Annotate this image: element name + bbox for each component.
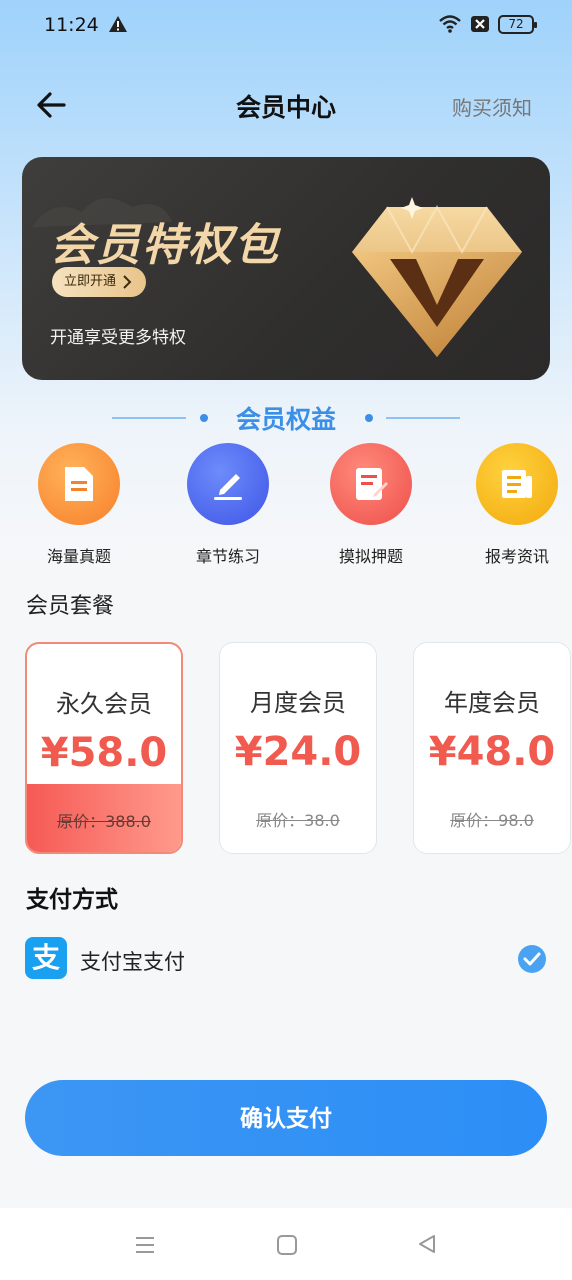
back-triangle-icon[interactable] bbox=[416, 1233, 438, 1255]
vip-banner: 会员特权包 立即开通 开通享受更多特权 bbox=[22, 157, 550, 380]
plan-price: ¥58.0 bbox=[40, 730, 168, 776]
status-time: 11:24 bbox=[44, 14, 99, 36]
plan-price: ¥24.0 bbox=[234, 729, 362, 775]
benefit-chapter-practice[interactable]: 章节练习 bbox=[173, 443, 283, 567]
payment-title: 支付方式 bbox=[26, 887, 118, 913]
menu-icon[interactable] bbox=[134, 1234, 156, 1256]
purchase-notice-link[interactable]: 购买须知 bbox=[452, 92, 532, 121]
wifi-icon bbox=[439, 15, 461, 33]
home-icon[interactable] bbox=[276, 1234, 298, 1256]
document-icon bbox=[38, 443, 120, 525]
benefit-exam-news[interactable]: 报考资讯 bbox=[462, 443, 572, 567]
exam-sheet-icon bbox=[330, 443, 412, 525]
no-sim-icon bbox=[471, 16, 489, 32]
alipay-option-label[interactable]: 支付宝支付 bbox=[80, 946, 185, 976]
news-icon bbox=[476, 443, 558, 525]
plan-original-price: 原价：38.0 bbox=[256, 811, 340, 830]
plan-price: ¥48.0 bbox=[428, 729, 556, 775]
activate-now-button[interactable]: 立即开通 bbox=[52, 267, 147, 297]
pen-icon bbox=[187, 443, 269, 525]
benefits-title: 会员权益 bbox=[235, 405, 336, 434]
plan-card-yearly[interactable]: 年度会员 ¥48.0 原价：98.0 bbox=[413, 642, 571, 854]
warning-icon bbox=[109, 16, 127, 32]
plan-card-monthly[interactable]: 月度会员 ¥24.0 原价：38.0 bbox=[219, 642, 377, 854]
plan-name: 月度会员 bbox=[250, 689, 346, 717]
benefit-mock-exam[interactable]: 摸拟押题 bbox=[316, 443, 426, 567]
benefit-label: 摸拟押题 bbox=[338, 547, 403, 566]
alipay-icon-glyph: 支 bbox=[31, 941, 60, 974]
vip-diamond-icon bbox=[352, 197, 522, 357]
benefit-real-exams[interactable]: 海量真题 bbox=[24, 443, 134, 567]
plan-original-price: 原价：388.0 bbox=[57, 812, 151, 831]
plan-original-price: 原价：98.0 bbox=[450, 811, 534, 830]
alipay-icon: 支 bbox=[25, 937, 67, 979]
plans-title: 会员套餐 bbox=[26, 594, 115, 619]
banner-title: 会员特权包 bbox=[50, 220, 280, 271]
benefit-label: 海量真题 bbox=[46, 547, 111, 566]
plan-name: 年度会员 bbox=[444, 689, 540, 717]
plan-card-lifetime[interactable]: 永久会员 ¥58.0 原价：388.0 bbox=[25, 642, 183, 854]
benefit-label: 章节练习 bbox=[195, 547, 260, 566]
banner-subtitle: 开通享受更多特权 bbox=[50, 328, 186, 348]
activate-now-label: 立即开通 bbox=[64, 274, 117, 289]
confirm-payment-button[interactable]: 确认支付 bbox=[25, 1080, 547, 1156]
checkmark-icon[interactable] bbox=[517, 944, 547, 974]
chevron-right-icon bbox=[123, 275, 132, 289]
benefit-label: 报考资讯 bbox=[484, 547, 549, 566]
battery-indicator: 72 bbox=[498, 15, 537, 34]
plan-name: 永久会员 bbox=[56, 690, 152, 718]
